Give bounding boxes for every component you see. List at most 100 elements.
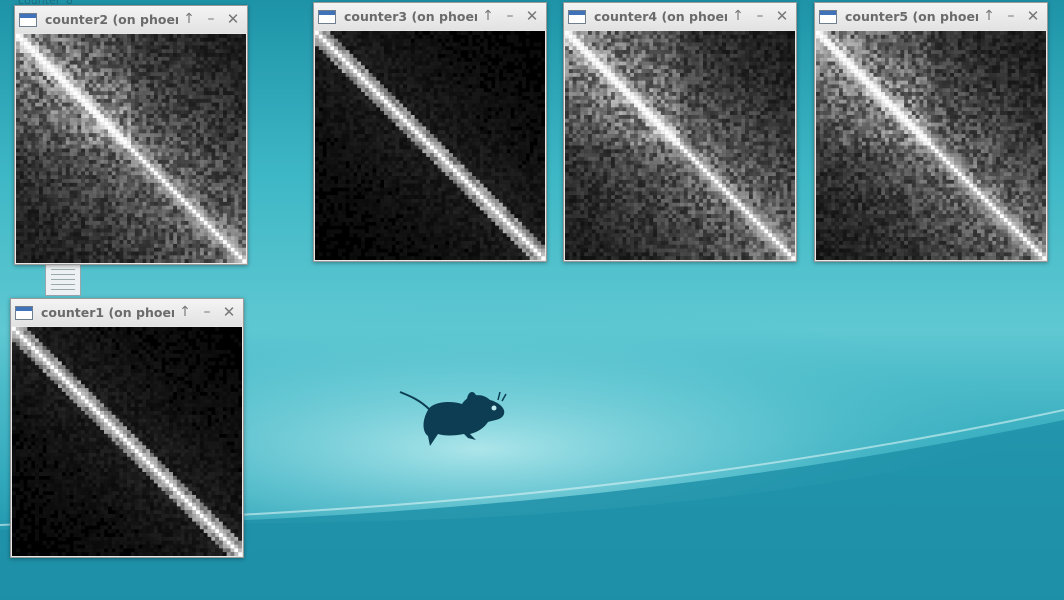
heatmap-cell (326, 80, 331, 85)
heatmap-cell (219, 179, 224, 184)
heatmap-cell (495, 126, 500, 131)
heatmap-cell (341, 95, 346, 100)
heatmap-cell (169, 95, 174, 100)
heatmap-cell (177, 198, 182, 203)
heatmap-cell (387, 103, 392, 108)
heatmap-cell (322, 34, 327, 39)
heatmap-cell (100, 64, 105, 69)
heatmap-cell (23, 240, 28, 245)
heatmap-cell (127, 60, 132, 65)
heatmap-cell (203, 201, 208, 206)
heatmap-cell (445, 118, 450, 123)
heatmap-cell (207, 114, 212, 119)
heatmap-cell (353, 107, 358, 112)
titlebar[interactable]: counter2 (on phoenix) ↑ – ✕ (15, 6, 247, 33)
arrow-up-icon[interactable]: ↑ (178, 6, 200, 33)
heatmap-cell (50, 217, 55, 222)
heatmap-cell (85, 232, 90, 237)
heatmap-cell (368, 122, 373, 127)
close-icon[interactable]: ✕ (222, 6, 244, 33)
heatmap-cell (131, 133, 136, 138)
heatmap-cell (81, 56, 86, 61)
heatmap-cell (341, 92, 346, 97)
heatmap-cell (46, 213, 51, 218)
heatmap-cell (464, 118, 469, 123)
heatmap-cell (104, 56, 109, 61)
heatmap-cell (364, 130, 369, 135)
heatmap-cell (345, 111, 350, 116)
heatmap-cell (58, 114, 63, 119)
heatmap-cell (188, 217, 193, 222)
heatmap-cell (165, 205, 170, 210)
heatmap-cell (31, 144, 36, 149)
heatmap-cell (85, 137, 90, 142)
heatmap-cell (35, 137, 40, 142)
heatmap-cell (16, 247, 21, 252)
titlebar[interactable]: counter3 (on phoenix) ↑ – ✕ (314, 3, 546, 30)
heatmap-cell (27, 228, 32, 233)
window-counter3[interactable]: counter3 (on phoenix) ↑ – ✕ (313, 2, 547, 262)
heatmap-cell (150, 232, 155, 237)
heatmap-cell (368, 107, 373, 112)
heatmap-cell (203, 232, 208, 237)
heatmap-cell (437, 130, 442, 135)
heatmap-cell (85, 186, 90, 191)
heatmap-cell (81, 251, 86, 256)
heatmap-cell (92, 117, 97, 122)
heatmap-cell (437, 61, 442, 66)
window-icon[interactable] (318, 9, 336, 24)
heatmap-cell (23, 117, 28, 122)
heatmap-cell (85, 201, 90, 206)
heatmap-cell (27, 243, 32, 248)
heatmap-cell (108, 251, 113, 256)
heatmap-cell (69, 49, 74, 54)
heatmap-cell (35, 247, 40, 252)
heatmap-cell (422, 126, 427, 131)
heatmap-cell (165, 110, 170, 115)
heatmap-cell (372, 103, 377, 108)
heatmap-cell (58, 217, 63, 222)
heatmap-cell (142, 175, 147, 180)
heatmap-cell (169, 228, 174, 233)
heatmap-cell (150, 247, 155, 252)
heatmap-cell (445, 92, 450, 97)
window-icon[interactable] (19, 12, 37, 27)
heatmap-cell (384, 84, 389, 89)
heatmap-cell (73, 121, 78, 126)
heatmap-cell (196, 79, 201, 84)
heatmap-cell (31, 60, 36, 65)
heatmap-cell (31, 91, 36, 96)
heatmap-cell (242, 49, 246, 54)
heatmap-cell (16, 221, 21, 226)
heatmap-cell (46, 236, 51, 241)
heatmap-cell (131, 114, 136, 119)
heatmap-cell (226, 60, 231, 65)
heatmap-cell (111, 64, 116, 69)
heatmap-cell (146, 240, 151, 245)
heatmap-cell (196, 243, 201, 248)
minimize-icon[interactable]: – (200, 6, 222, 33)
heatmap-cell (35, 68, 40, 73)
heatmap-cell (65, 87, 70, 92)
heatmap-cell (39, 217, 44, 222)
heatmap-cell (361, 126, 366, 131)
heatmap-cell (165, 114, 170, 119)
heatmap-cell (157, 79, 162, 84)
heatmap-cell (150, 60, 155, 65)
desktop-file-icon[interactable] (45, 264, 81, 296)
heatmap-cell (96, 148, 101, 153)
heatmap-cell (441, 65, 446, 70)
heatmap-cell (62, 102, 67, 107)
minimize-icon[interactable]: – (499, 3, 521, 30)
arrow-up-icon[interactable]: ↑ (477, 3, 499, 30)
heatmap-cell (88, 117, 93, 122)
heatmap-cell (211, 83, 216, 88)
heatmap-cell (134, 83, 139, 88)
close-icon[interactable]: ✕ (521, 3, 543, 30)
heatmap-cell (100, 171, 105, 176)
heatmap-cell (219, 91, 224, 96)
heatmap-cell (230, 106, 235, 111)
heatmap-cell (341, 61, 346, 66)
window-counter2[interactable]: counter2 (on phoenix) ↑ – ✕ (14, 5, 248, 265)
heatmap-cell (426, 50, 431, 55)
